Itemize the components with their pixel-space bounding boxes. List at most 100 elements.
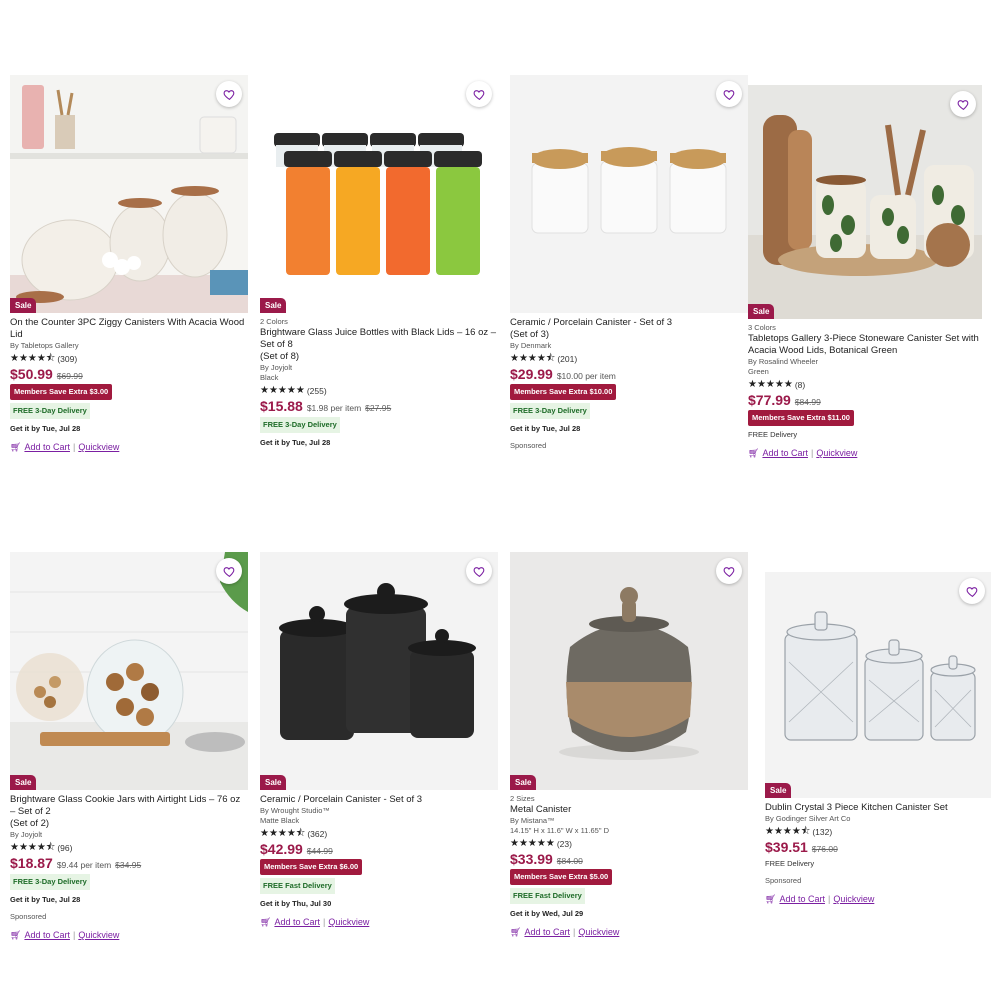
original-price: $69.99 <box>56 371 83 381</box>
rating-count: (23) <box>556 839 572 849</box>
rating-count: (132) <box>812 827 833 837</box>
sale-price: $29.99 <box>510 366 553 382</box>
quickview-link[interactable]: Quickview <box>578 926 619 938</box>
product-brand: By Joyjolt <box>260 363 293 372</box>
product-image[interactable]: Sale <box>748 85 982 319</box>
product-card[interactable]: Sale On the Counter 3PC Ziggy Canisters … <box>10 75 248 453</box>
product-title[interactable]: Tabletops Gallery 3-Piece Stoneware Cani… <box>748 333 982 357</box>
cart-icon[interactable]: 🛒︎ <box>260 916 271 928</box>
sponsored-label: Sponsored <box>510 441 547 450</box>
product-card[interactable]: Sale 3 Colors Tabletops Gallery 3-Piece … <box>748 85 982 459</box>
add-to-cart-link[interactable]: Add to Cart <box>762 447 808 459</box>
product-title[interactable]: Ceramic / Porcelain Canister - Set of 3 <box>510 317 748 329</box>
quickview-link[interactable]: Quickview <box>328 916 369 928</box>
shipping-badge: FREE 3-Day Delivery <box>10 403 90 419</box>
star-rating-icon: ★★★★⯪ <box>10 842 56 853</box>
separator: | <box>72 930 76 940</box>
separator: | <box>322 917 326 927</box>
sale-price: $77.99 <box>748 392 791 408</box>
delivery-date: Get it by Tue, Jul 28 <box>10 895 81 904</box>
product-title[interactable]: Metal Canister <box>510 804 748 816</box>
per-item-price: $1.98 per item <box>306 403 362 413</box>
product-title[interactable]: Brightware Glass Cookie Jars with Airtig… <box>10 794 248 818</box>
members-save-badge: Members Save Extra $10.00 <box>510 384 617 400</box>
product-image[interactable]: Sale <box>765 572 991 798</box>
delivery-date: Get it by Wed, Jul 29 <box>510 909 584 918</box>
product-title[interactable]: Dublin Crystal 3 Piece Kitchen Canister … <box>765 802 991 814</box>
quickview-link[interactable]: Quickview <box>816 447 857 459</box>
product-card[interactable]: Sale Dublin Crystal 3 Piece Kitchen Cani… <box>765 572 991 905</box>
product-card[interactable]: Ceramic / Porcelain Canister - Set of 3 … <box>510 75 748 452</box>
product-brand: By Rosalind Wheeler <box>748 357 819 366</box>
favorite-heart-icon[interactable] <box>216 558 242 584</box>
rating: ★★★★⯪ (309) <box>10 353 248 365</box>
product-card[interactable]: Sale Ceramic / Porcelain Canister - Set … <box>260 552 498 928</box>
product-subtitle: (Set of 8) <box>260 351 300 362</box>
product-image[interactable]: Sale <box>260 552 498 790</box>
favorite-heart-icon[interactable] <box>716 558 742 584</box>
product-image[interactable]: Sale <box>260 75 498 313</box>
favorite-heart-icon[interactable] <box>466 81 492 107</box>
original-price: $84.00 <box>556 856 583 866</box>
product-title[interactable]: On the Counter 3PC Ziggy Canisters With … <box>10 317 248 341</box>
add-to-cart-link[interactable]: Add to Cart <box>274 916 320 928</box>
favorite-heart-icon[interactable] <box>466 558 492 584</box>
product-image[interactable]: Sale <box>510 552 748 790</box>
favorite-heart-icon[interactable] <box>716 81 742 107</box>
rating-count: (201) <box>557 354 578 364</box>
color-count: 3 Colors <box>748 323 776 332</box>
favorite-heart-icon[interactable] <box>950 91 976 117</box>
quickview-link[interactable]: Quickview <box>78 929 119 941</box>
delivery-date: Get it by Tue, Jul 28 <box>10 424 81 433</box>
favorite-heart-icon[interactable] <box>959 578 985 604</box>
star-rating-icon: ★★★★⯪ <box>10 353 56 364</box>
product-brand: By Wrought Studio™ <box>260 806 330 815</box>
cart-icon[interactable]: 🛒︎ <box>10 441 21 453</box>
rating: ★★★★⯪ (362) <box>260 828 498 840</box>
cart-icon[interactable]: 🛒︎ <box>10 929 21 941</box>
sale-badge: Sale <box>10 775 37 790</box>
add-to-cart-link[interactable]: Add to Cart <box>24 929 70 941</box>
product-card[interactable]: Sale Brightware Glass Cookie Jars with A… <box>10 552 248 941</box>
product-card[interactable]: Sale 2 Sizes Metal Canister By Mistana™ … <box>510 552 748 938</box>
star-rating-icon: ★★★★★ <box>748 379 793 390</box>
product-title[interactable]: Ceramic / Porcelain Canister - Set of 3 <box>260 794 498 806</box>
separator: | <box>827 894 831 904</box>
product-brand: By Denmark <box>510 341 552 350</box>
product-subtitle: (Set of 2) <box>10 818 50 829</box>
add-to-cart-link[interactable]: Add to Cart <box>779 893 825 905</box>
cart-icon[interactable]: 🛒︎ <box>510 926 521 938</box>
cart-icon[interactable]: 🛒︎ <box>748 447 759 459</box>
product-image[interactable] <box>510 75 748 313</box>
product-card[interactable]: Sale 2 Colors Brightware Glass Juice Bot… <box>260 75 498 449</box>
quickview-link[interactable]: Quickview <box>833 893 874 905</box>
favorite-heart-icon[interactable] <box>216 81 242 107</box>
star-rating-icon: ★★★★★ <box>260 385 305 396</box>
rating: ★★★★★ (8) <box>748 379 982 391</box>
add-to-cart-link[interactable]: Add to Cart <box>524 926 570 938</box>
rating-count: (8) <box>794 380 806 390</box>
product-variant: Green <box>748 367 769 376</box>
product-variant: Matte Black <box>260 816 300 825</box>
sale-price: $18.87 <box>10 855 53 871</box>
product-variant: Black <box>260 373 279 382</box>
shipping-badge: FREE Fast Delivery <box>510 888 585 904</box>
delivery-date: Get it by Thu, Jul 30 <box>260 899 332 908</box>
product-title[interactable]: Brightware Glass Juice Bottles with Blac… <box>260 327 498 351</box>
add-to-cart-link[interactable]: Add to Cart <box>24 441 70 453</box>
star-rating-icon: ★★★★⯪ <box>765 826 811 837</box>
sale-badge: Sale <box>260 775 287 790</box>
product-subtitle: (Set of 3) <box>510 329 550 340</box>
original-price: $34.95 <box>115 860 142 870</box>
star-rating-icon: ★★★★⯪ <box>510 353 556 364</box>
quickview-link[interactable]: Quickview <box>78 441 119 453</box>
rating: ★★★★⯪ (132) <box>765 826 991 838</box>
product-image[interactable]: Sale <box>10 75 248 313</box>
product-image[interactable]: Sale <box>10 552 248 790</box>
shipping-text: FREE Delivery <box>765 859 815 868</box>
sale-badge: Sale <box>765 783 792 798</box>
cart-icon[interactable]: 🛒︎ <box>765 893 776 905</box>
sale-price: $42.99 <box>260 841 303 857</box>
rating: ★★★★⯪ (201) <box>510 353 748 365</box>
separator: | <box>572 927 576 937</box>
